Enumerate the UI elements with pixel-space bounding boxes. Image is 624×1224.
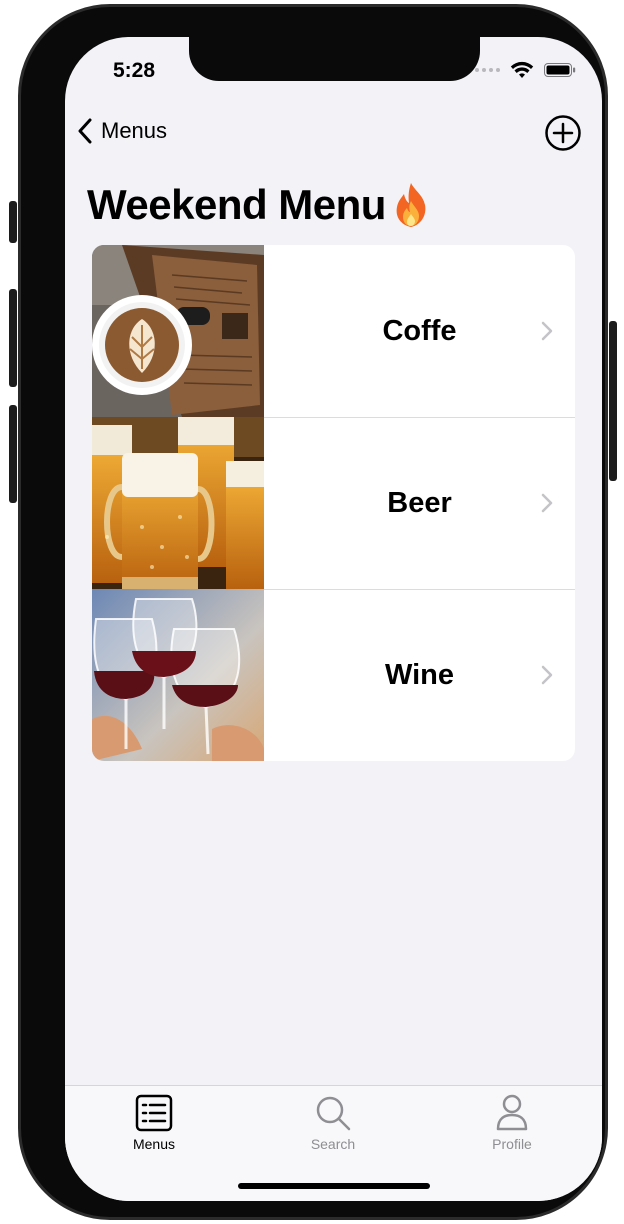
- wifi-icon: [510, 61, 534, 78]
- chevron-left-icon: [78, 118, 92, 144]
- wine-photo: [92, 589, 264, 761]
- tab-search[interactable]: Search: [278, 1094, 388, 1152]
- screen: 5:28 Menus Weekend Menu Coffe Beer Wine …: [65, 37, 602, 1201]
- notch: [189, 37, 480, 81]
- list-item-label: Wine: [384, 658, 455, 691]
- chevron-right-icon: [541, 665, 553, 685]
- magnifier-icon: [316, 1096, 351, 1131]
- back-button[interactable]: Menus: [75, 117, 167, 145]
- silent-switch: [9, 201, 17, 243]
- tab-bar: Menus Search Profile: [65, 1085, 602, 1201]
- person-icon: [496, 1094, 528, 1131]
- page-title-text: Weekend Menu: [87, 181, 386, 228]
- tab-menus[interactable]: Menus: [99, 1094, 209, 1152]
- tab-search-label: Search: [310, 1136, 356, 1152]
- tab-profile-label: Profile: [492, 1136, 532, 1152]
- status-icons: [475, 61, 576, 79]
- fire-emoji: [396, 183, 426, 227]
- menu-list: Coffe Beer Wine: [92, 245, 575, 761]
- list-icon: [135, 1094, 173, 1132]
- chevron-right-icon: [541, 493, 553, 513]
- status-time: 5:28: [113, 59, 156, 82]
- volume-down-button: [9, 405, 17, 503]
- back-button-label: Menus: [101, 118, 168, 143]
- cellular-signal-icon: [475, 68, 500, 72]
- tab-menus-label: Menus: [132, 1136, 176, 1152]
- list-item-label: Coffe: [382, 314, 457, 347]
- tab-profile[interactable]: Profile: [457, 1094, 567, 1152]
- list-item-beer[interactable]: Beer: [92, 417, 575, 589]
- list-item-wine[interactable]: Wine: [92, 589, 575, 761]
- home-indicator: [238, 1183, 430, 1189]
- list-item-label: Beer: [387, 486, 452, 519]
- chevron-right-icon: [541, 321, 553, 341]
- phone-frame: 5:28 Menus Weekend Menu Coffe Beer Wine …: [9, 4, 617, 1220]
- coffee-photo: [92, 245, 264, 417]
- beer-photo: [92, 417, 264, 589]
- list-item-coffe[interactable]: Coffe: [92, 245, 575, 417]
- volume-up-button: [9, 289, 17, 387]
- page-title: Weekend Menu: [87, 181, 432, 229]
- battery-icon: [544, 63, 576, 77]
- add-circle-button[interactable]: [544, 114, 582, 152]
- power-button: [609, 321, 617, 481]
